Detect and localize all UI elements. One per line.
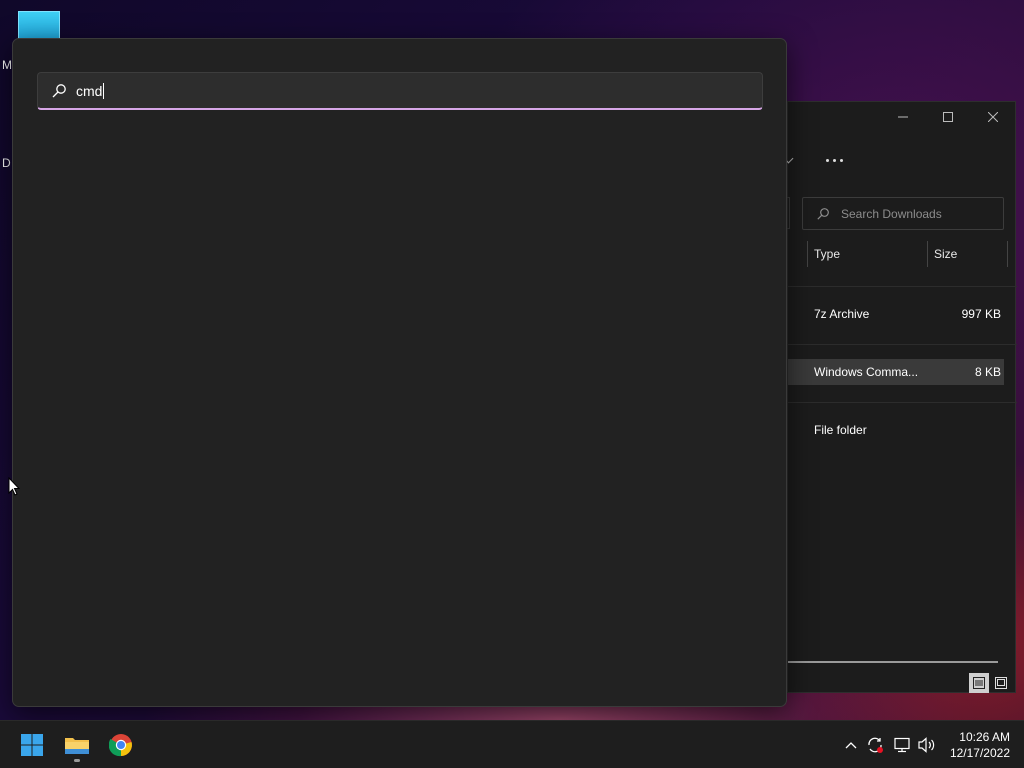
network-icon <box>894 737 910 753</box>
text-caret <box>103 82 105 99</box>
sync-status-button[interactable] <box>865 735 885 755</box>
large-icons-view-button[interactable] <box>991 673 1011 693</box>
search-downloads-placeholder: Search Downloads <box>841 206 942 221</box>
minimize-button[interactable] <box>880 102 925 132</box>
close-icon <box>987 112 998 122</box>
search-icon <box>52 83 66 97</box>
chrome-icon <box>109 734 132 757</box>
show-hidden-icons-button[interactable] <box>841 735 861 755</box>
address-bar[interactable] <box>787 197 790 229</box>
search-flyout: cmd <box>12 38 787 707</box>
chevron-up-icon <box>845 742 857 749</box>
file-explorer-window: Search Downloads Type Size 7z Archive 99… <box>783 101 1017 693</box>
details-view-icon <box>973 677 985 689</box>
close-button[interactable] <box>970 102 1015 132</box>
search-downloads-input[interactable]: Search Downloads <box>802 197 1004 230</box>
desktop-icon-label-1: M <box>2 58 12 72</box>
desktop-icon[interactable] <box>18 11 60 41</box>
file-type: File folder <box>814 423 867 437</box>
large-icons-view-icon <box>995 677 1007 689</box>
search-icon <box>817 207 829 220</box>
file-size: 997 KB <box>961 307 1001 321</box>
minimize-icon <box>897 116 908 118</box>
column-header-size[interactable]: Size <box>934 242 957 266</box>
network-button[interactable] <box>892 735 912 755</box>
mouse-pointer-icon <box>8 477 20 496</box>
maximize-button[interactable] <box>925 102 970 132</box>
taskbar: 10:26 AM 12/17/2022 <box>0 720 1024 768</box>
taskbar-clock[interactable]: 10:26 AM 12/17/2022 <box>950 729 1010 761</box>
windows-start-icon <box>21 734 43 756</box>
clock-time: 10:26 AM <box>959 730 1010 744</box>
details-view-button[interactable] <box>969 673 989 693</box>
start-button[interactable] <box>12 725 52 765</box>
more-options-button[interactable] <box>822 151 846 169</box>
file-row[interactable]: 7z Archive 997 KB <box>788 301 1017 327</box>
file-type: Windows Comma... <box>814 365 919 379</box>
file-row[interactable]: File folder <box>788 417 1017 443</box>
clock-date: 12/17/2022 <box>949 746 1010 760</box>
file-type: 7z Archive <box>814 307 870 321</box>
desktop-icon-label-2: D <box>2 156 11 170</box>
horizontal-scrollbar[interactable] <box>788 661 998 663</box>
sync-icon <box>868 737 883 753</box>
file-size: 8 KB <box>974 365 1001 379</box>
search-box[interactable]: cmd <box>37 72 763 110</box>
column-header-type[interactable]: Type <box>814 242 840 266</box>
volume-icon <box>918 737 935 753</box>
maximize-icon <box>942 112 953 122</box>
file-explorer-icon <box>65 738 89 754</box>
taskbar-file-explorer[interactable] <box>57 725 97 765</box>
volume-button[interactable] <box>917 735 937 755</box>
search-input[interactable]: cmd <box>76 83 102 99</box>
window-controls <box>880 102 1015 132</box>
file-row-selected[interactable]: Windows Comma... 8 KB <box>788 359 1004 385</box>
taskbar-chrome[interactable] <box>101 725 141 765</box>
